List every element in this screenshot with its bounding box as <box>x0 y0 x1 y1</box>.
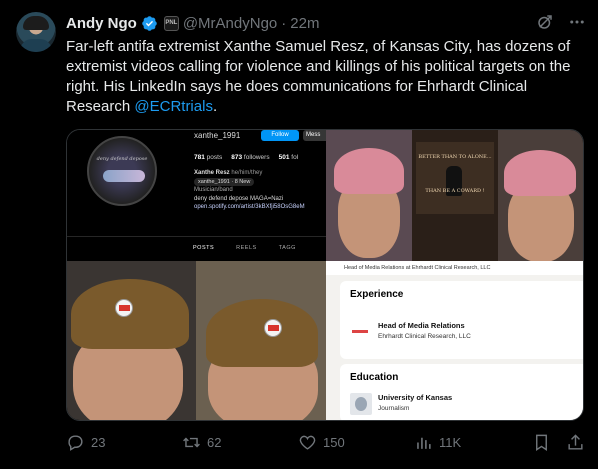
bio-link: open.spotify.com/artist/3kBXfji58OsG8eM <box>194 204 305 210</box>
pink-beanie <box>504 150 576 196</box>
photo-brown-beanie-right <box>196 261 326 420</box>
tab-posts: POSTS <box>193 245 215 251</box>
bio-line: deny defend depose MAGA=Nazi <box>194 195 284 202</box>
movie-poster: BETTER THAN TO ALONE... THAN BE A COWARD… <box>416 142 494 214</box>
job-title: Head of Media Relations <box>378 321 465 330</box>
education-heading: Education <box>350 372 399 383</box>
tab-tagged: TAGG <box>278 245 296 251</box>
views-chart-icon <box>417 437 431 449</box>
tweet-top-icons <box>536 13 586 31</box>
linkedin-screenshot: Head of Media Relations at Ehrhardt Clin… <box>326 261 583 420</box>
photo-poster: BETTER THAN TO ALONE... THAN BE A COWARD… <box>412 130 498 261</box>
author-handle[interactable]: @MrAndyNgo <box>183 15 277 32</box>
tweet-body: Far-left antifa extremist Xanthe Samuel … <box>66 37 586 117</box>
views-button[interactable]: 11K <box>414 433 461 452</box>
beanie-pin-icon <box>115 299 133 317</box>
followers-count: 873 <box>231 154 243 161</box>
tweet-text-end: . <box>212 98 218 115</box>
tab-reels: REELS <box>236 245 257 251</box>
tweet-header: Andy Ngo PNL @MrAndyNgo · 22m <box>66 13 319 33</box>
instagram-follow-button: Follow <box>261 130 299 141</box>
share-icon <box>568 434 583 450</box>
bookmark-button[interactable] <box>532 433 551 452</box>
instagram-divider <box>67 236 326 237</box>
bio-name: Xanthe Resz <box>194 170 230 176</box>
hands-artwork <box>103 170 145 182</box>
avatar-hair <box>23 16 49 30</box>
verified-badge-icon[interactable] <box>141 15 158 32</box>
experience-card: Experience Head of Media Relations Ehrha… <box>340 281 583 359</box>
poster-bottom-text: THAN BE A COWARD ! <box>425 188 485 194</box>
bio-category: Musician/band <box>194 187 233 193</box>
photo-brown-beanie-left <box>67 261 196 420</box>
beanie-pin-icon <box>264 319 282 337</box>
company-logo-icon <box>350 326 370 338</box>
instagram-screenshot: deny defend depose xanthe_1991 Follow Me… <box>67 130 326 261</box>
instagram-username: xanthe_1991 <box>194 131 241 140</box>
instagram-bio: Xanthe Resz he/him/they xanthe_1991 · 8 … <box>194 169 305 212</box>
avatar-shirt <box>20 39 52 52</box>
reply-count: 23 <box>91 435 106 450</box>
repost-count: 62 <box>207 435 222 450</box>
field-of-study: Journalism <box>378 405 410 412</box>
school-logo-icon <box>350 393 372 415</box>
instagram-stats: 781 posts 873 followers 501 fol <box>194 154 298 161</box>
more-options-icon[interactable] <box>568 13 586 31</box>
photo-pink-beanie-right <box>498 130 583 261</box>
repost-button[interactable]: 62 <box>182 433 221 452</box>
brown-beanie <box>206 299 318 367</box>
grok-icon[interactable] <box>536 13 554 31</box>
separator-dot: · <box>281 14 287 32</box>
heart-icon <box>299 435 316 450</box>
tweet-media[interactable]: deny defend depose xanthe_1991 Follow Me… <box>66 129 584 421</box>
tweet-timestamp[interactable]: 22m <box>290 15 319 32</box>
mention-link[interactable]: @ECRtrials <box>134 98 213 115</box>
company-name: Ehrhardt Clinical Research, LLC <box>378 333 471 340</box>
repost-icon <box>183 437 200 448</box>
school-name: University of Kansas <box>378 393 453 402</box>
reply-icon <box>68 435 83 451</box>
posts-count: 781 <box>194 154 205 161</box>
following-label: fol <box>291 154 299 161</box>
education-card: Education University of Kansas Journalis… <box>340 364 583 420</box>
views-count: 11K <box>439 435 462 450</box>
bio-pronouns: he/him/they <box>231 170 263 176</box>
instagram-profile-picture: deny defend depose <box>87 136 157 206</box>
instagram-tabs: POSTS REELS TAGG <box>67 245 326 251</box>
threads-pill: xanthe_1991 · 8 New <box>194 177 255 186</box>
author-avatar[interactable] <box>16 12 56 52</box>
bookmark-icon <box>536 434 547 451</box>
linkedin-headline: Head of Media Relations at Ehrhardt Clin… <box>326 261 583 275</box>
affiliate-badge-icon[interactable]: PNL <box>163 15 179 31</box>
profile-caption: deny defend depose <box>96 156 148 162</box>
instagram-message-button: Mess <box>303 130 326 141</box>
tweet-actions: 23 62 150 11K <box>66 433 586 453</box>
share-button[interactable] <box>566 433 585 452</box>
posts-label: posts <box>206 154 223 161</box>
pink-beanie <box>334 148 404 194</box>
photo-pink-beanie-left <box>326 130 412 261</box>
author-name[interactable]: Andy Ngo <box>66 15 137 32</box>
followers-label: followers <box>243 154 270 161</box>
like-button[interactable]: 150 <box>298 433 345 452</box>
poster-top-text: BETTER THAN TO ALONE... <box>418 154 492 160</box>
following-count: 501 <box>278 154 290 161</box>
reply-button[interactable]: 23 <box>66 433 105 452</box>
experience-heading: Experience <box>350 289 404 300</box>
like-count: 150 <box>323 435 345 450</box>
